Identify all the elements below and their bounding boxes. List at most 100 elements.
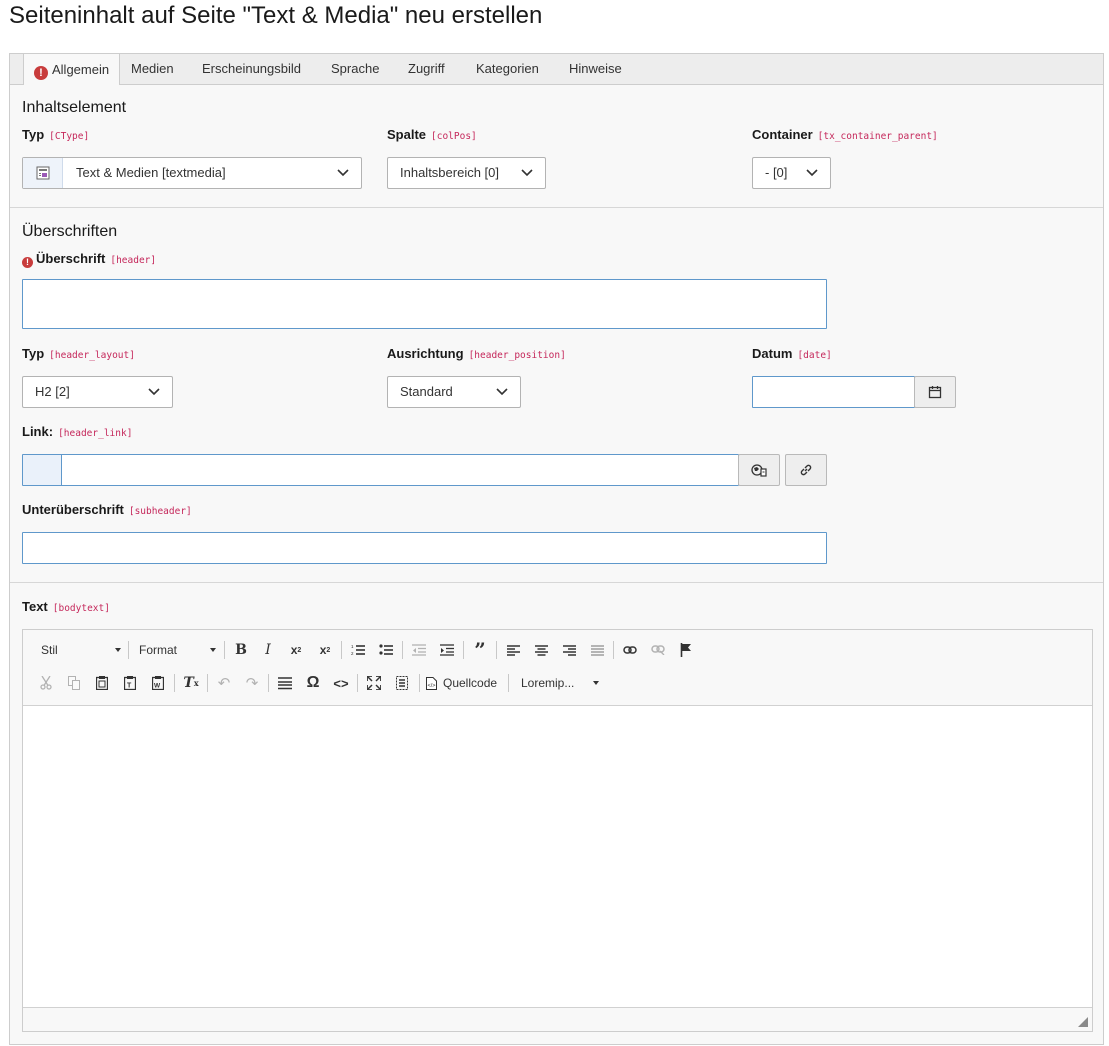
link-browser-icon [751,464,767,477]
svg-text:2: 2 [351,651,354,656]
toolbar-separator [463,641,464,659]
redo-icon[interactable]: ↷ [241,672,263,694]
container-select[interactable]: - [0] [752,157,831,189]
outdent-icon[interactable] [408,639,430,661]
ctype-field-name: [CType] [49,131,90,142]
bullet-list-icon[interactable] [375,639,397,661]
superscript-icon[interactable]: x2 [314,639,336,661]
ctype-label-text: Typ [22,127,45,142]
page-title: Seiteninhalt auf Seite "Text & Media" ne… [9,2,543,29]
link-type-icon-slot [23,455,62,485]
code-snippet-icon[interactable]: <> [330,672,352,694]
ctype-value: Text & Medien [textmedia] [76,165,226,180]
editor-status-bar [23,1007,1092,1031]
editor-content-area[interactable] [23,706,1092,1007]
header-position-value: Standard [400,384,453,399]
chevron-down-icon [806,169,818,177]
lorem-ipsum-combo[interactable]: Loremip... [521,672,599,694]
anchor-flag-icon[interactable] [675,639,697,661]
tab-hinweise[interactable]: Hinweise [559,54,632,85]
source-button[interactable]: </> Quellcode [426,672,506,694]
link-browser-button[interactable] [738,454,780,486]
header-link-field-name: [header_link] [58,428,133,439]
tab-kategorien[interactable]: Kategorien [466,54,549,85]
style-combo[interactable]: Stil [41,639,121,661]
paste-icon[interactable] [91,672,113,694]
subheader-label-text: Unterüberschrift [22,502,124,517]
blockquote-icon[interactable]: ” [469,638,491,662]
header-link-label-text: Link: [22,424,54,439]
header-position-select[interactable]: Standard [387,376,521,408]
style-combo-label: Stil [41,643,58,657]
toolbar-separator [496,641,497,659]
paste-text-icon[interactable]: T [119,672,141,694]
tab-panel-allgemein: Inhaltselement Typ [CType] Text & Medien … [9,85,1104,1045]
header-input[interactable] [22,279,827,329]
svg-text:</>: </> [428,683,436,689]
tab-bar: ! Allgemein Medien Erscheinungsbild Sprac… [9,53,1104,86]
format-combo-label: Format [139,643,178,657]
colpos-field-name: [colPos] [431,131,477,142]
toolbar-separator [224,641,225,659]
indent-icon[interactable] [436,639,458,661]
container-label: Container [tx_container_parent] [752,127,938,145]
chevron-down-icon [337,169,349,177]
source-file-icon: </> [426,676,437,690]
format-combo[interactable]: Format [139,639,216,661]
ctype-label: Typ [CType] [22,127,89,145]
paste-word-icon[interactable]: W [147,672,169,694]
unlink-icon[interactable] [647,639,669,661]
toolbar-separator [174,674,175,692]
subscript-icon[interactable]: x2 [285,639,307,661]
section-divider [10,582,1103,583]
tab-allgemein[interactable]: ! Allgemein [23,53,121,86]
svg-text:1: 1 [351,644,354,649]
special-char-omega-icon[interactable]: Ω [302,672,324,694]
header-layout-label-text: Typ [22,346,45,361]
cut-icon[interactable] [35,672,57,694]
undo-icon[interactable]: ↶ [213,672,235,694]
colpos-label-text: Spalte [387,127,427,142]
tab-medien[interactable]: Medien [121,54,184,85]
numbered-list-icon[interactable]: 12 [347,639,369,661]
header-layout-select[interactable]: H2 [2] [22,376,173,408]
subheader-field-name: [subheader] [128,506,192,517]
toolbar-separator [207,674,208,692]
tab-erscheinungsbild[interactable]: Erscheinungsbild [192,54,311,85]
toolbar-separator [128,641,129,659]
show-blocks-icon[interactable] [391,672,413,694]
align-right-icon[interactable] [558,639,580,661]
svg-text:W: W [154,683,161,690]
copy-icon[interactable] [63,672,85,694]
rich-text-editor: Stil Format B I x2 x2 12 ” T W T x ↶ ↷ Ω… [22,629,1093,1032]
align-left-icon[interactable] [502,639,524,661]
tab-sprache[interactable]: Sprache [321,54,389,85]
date-picker-button[interactable] [914,376,956,408]
resize-handle-icon[interactable] [1078,1017,1088,1027]
colpos-label: Spalte [colPos] [387,127,477,145]
maximize-icon[interactable] [363,672,385,694]
remove-format-icon[interactable]: Tx [180,672,202,694]
ctype-select[interactable]: Text & Medien [textmedia] [22,157,362,189]
toolbar-separator [357,674,358,692]
subheader-input[interactable] [22,532,827,564]
link-button[interactable] [785,454,827,486]
header-link-input[interactable] [22,454,739,486]
date-input[interactable] [752,376,915,408]
bold-icon[interactable]: B [230,639,252,661]
align-center-icon[interactable] [530,639,552,661]
date-field-name: [date] [797,350,832,361]
horizontal-rule-icon[interactable] [274,672,296,694]
align-justify-icon[interactable] [586,639,608,661]
italic-icon[interactable]: I [257,639,279,661]
header-link-label: Link: [header_link] [22,424,132,442]
calendar-icon [928,386,942,399]
container-value: - [0] [765,165,788,180]
bodytext-label-text: Text [22,599,48,614]
colpos-select[interactable]: Inhaltsbereich [0] [387,157,546,189]
link-icon[interactable] [619,639,641,661]
tab-zugriff[interactable]: Zugriff [398,54,455,85]
section-title-content-element: Inhaltselement [22,99,127,116]
toolbar-separator [419,674,420,692]
header-layout-value: H2 [2] [35,384,70,399]
